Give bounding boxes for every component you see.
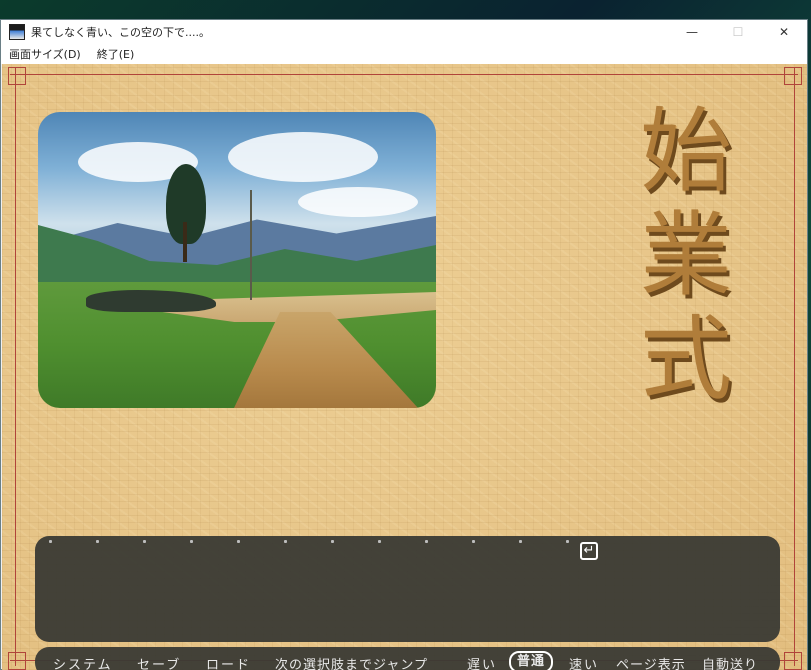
scene-tree-trunk xyxy=(183,222,187,262)
minimize-button[interactable]: — xyxy=(669,20,715,44)
app-icon xyxy=(9,24,25,40)
text-fragment xyxy=(143,539,146,543)
scene-utility-pole xyxy=(250,190,252,300)
menu-exit[interactable]: 終了(E) xyxy=(90,46,142,62)
frame-corner-bl xyxy=(8,652,26,670)
frame-right xyxy=(794,68,795,666)
text-fragment xyxy=(284,539,287,543)
load-button[interactable]: ロード xyxy=(206,654,251,670)
menu-screen-size[interactable]: 画面サイズ(D) xyxy=(2,46,88,62)
enter-icon[interactable]: ↵ xyxy=(580,542,598,560)
title-bar: 果てしなく青い、この空の下で....。 — ☐ ✕ xyxy=(1,20,807,44)
control-bar: システム セーブ ロード 次の選択肢までジャンプ 遅い 普通 速い ページ表示 … xyxy=(35,647,780,670)
page-display-button[interactable]: ページ表示 xyxy=(616,654,686,670)
frame-left xyxy=(15,68,16,666)
close-button[interactable]: ✕ xyxy=(761,20,807,44)
text-fragment xyxy=(425,539,428,543)
frame-corner-tr xyxy=(784,67,802,85)
game-screen[interactable]: 始 業 式 ↵ システム セーブ ロード 次の選択肢までジャンプ 遅い 普通 速… xyxy=(2,64,807,670)
speed-normal-button[interactable]: 普通 xyxy=(509,651,554,670)
window-controls: — ☐ ✕ xyxy=(669,20,807,44)
skip-to-choice-button[interactable]: 次の選択肢までジャンプ xyxy=(275,654,428,670)
scenery-illustration xyxy=(38,112,436,408)
window-title: 果てしなく青い、この空の下で....。 xyxy=(31,26,210,39)
chapter-title-char: 業 xyxy=(639,202,732,309)
speed-fast-button[interactable]: 速い xyxy=(569,654,599,670)
auto-advance-button[interactable]: 自動送り xyxy=(702,654,758,670)
speed-slow-button[interactable]: 遅い xyxy=(467,654,497,670)
menu-bar: 画面サイズ(D) 終了(E) xyxy=(1,44,807,64)
chapter-title-char: 始 xyxy=(639,98,732,205)
text-fragment xyxy=(190,539,193,543)
scene-cloud xyxy=(228,132,378,182)
text-fragment xyxy=(96,539,99,543)
message-text-fragments xyxy=(49,537,569,545)
save-button[interactable]: セーブ xyxy=(137,654,181,670)
chapter-title: 始 業 式 xyxy=(626,100,746,412)
frame-top xyxy=(10,74,798,75)
frame-corner-tl xyxy=(8,67,26,85)
text-fragment xyxy=(331,539,334,543)
game-window: 果てしなく青い、この空の下で....。 — ☐ ✕ 画面サイズ(D) 終了(E) xyxy=(0,19,808,670)
scene-cloud xyxy=(298,187,418,217)
text-fragment xyxy=(519,539,522,543)
chapter-title-char: 式 xyxy=(639,306,732,413)
text-fragment xyxy=(378,539,381,543)
frame-corner-br xyxy=(784,652,802,670)
text-fragment xyxy=(566,539,569,543)
maximize-button[interactable]: ☐ xyxy=(715,20,761,44)
system-button[interactable]: システム xyxy=(53,654,113,670)
text-fragment xyxy=(49,539,52,543)
text-fragment xyxy=(237,539,240,543)
message-window[interactable]: ↵ xyxy=(35,536,780,642)
text-fragment xyxy=(472,539,475,543)
